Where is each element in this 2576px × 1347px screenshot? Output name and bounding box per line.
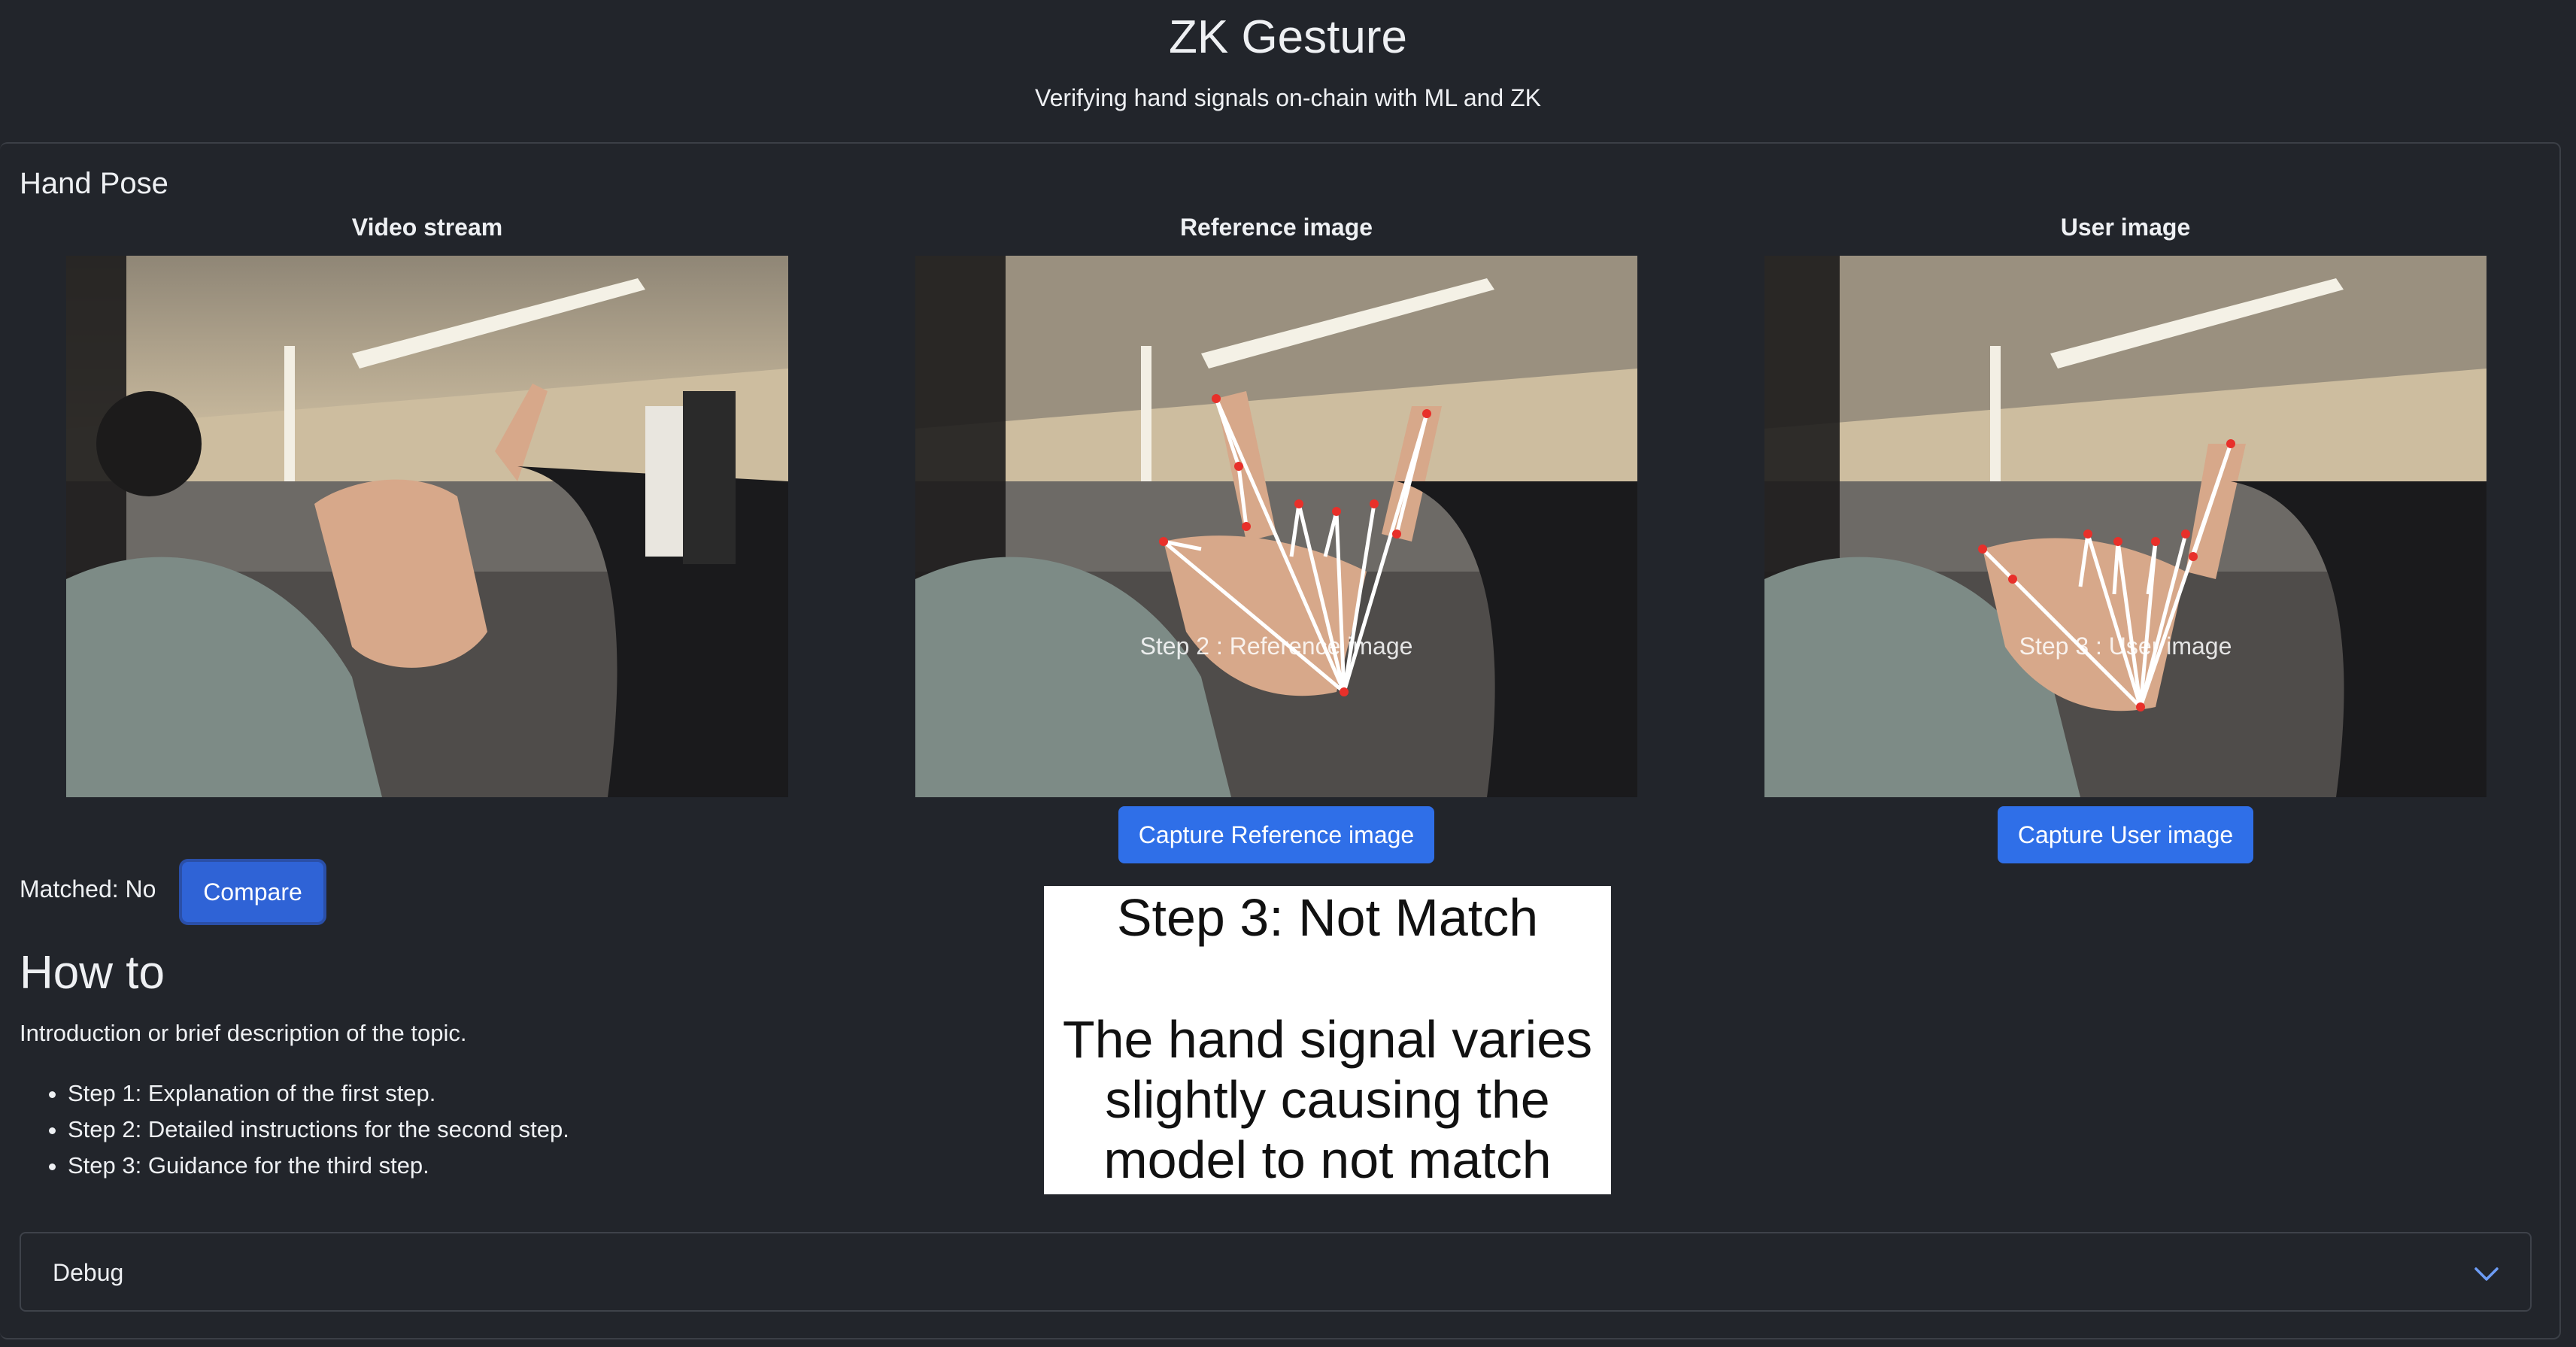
caption-line: The hand signal varies	[1062, 1010, 1593, 1069]
caption-body: The hand signal varies slightly causing …	[1044, 1009, 1611, 1190]
caption-line: slightly causing the	[1105, 1070, 1550, 1129]
matched-status: Matched: No	[20, 875, 156, 903]
reference-overlay-text: Step 2 : Reference image	[1140, 633, 1413, 660]
caption-line: model to not match	[1103, 1130, 1552, 1189]
debug-accordion[interactable]: Debug	[20, 1232, 2532, 1312]
debug-label: Debug	[53, 1259, 124, 1286]
user-image-label: User image	[2060, 214, 2191, 241]
app-title: ZK Gesture	[1169, 11, 1407, 63]
capture-user-button[interactable]: Capture User image	[1998, 806, 2253, 863]
chevron-down-icon[interactable]	[2471, 1259, 2502, 1289]
caption-title: Step 3: Not Match	[1116, 888, 1539, 947]
video-stream-photo	[66, 256, 788, 797]
user-image-photo: Step 3 : User image	[1764, 256, 2486, 797]
reference-image-photo: Step 2 : Reference image	[915, 256, 1637, 797]
app-subtitle: Verifying hand signals on-chain with ML …	[1035, 84, 1541, 111]
howto-step: Step 1: Explanation of the first step.	[68, 1075, 569, 1112]
video-stream-label: Video stream	[351, 214, 503, 241]
howto-intro: Introduction or brief description of the…	[20, 1020, 467, 1046]
app-header: ZK Gesture Verifying hand signals on-cha…	[0, 0, 2576, 143]
capture-reference-button[interactable]: Capture Reference image	[1118, 806, 1434, 863]
compare-button[interactable]: Compare	[179, 859, 326, 925]
howto-step: Step 3: Guidance for the third step.	[68, 1148, 569, 1184]
howto-steps-list: Step 1: Explanation of the first step. S…	[20, 1075, 569, 1184]
section-title: Hand Pose	[20, 167, 168, 200]
howto-title: How to	[20, 947, 165, 999]
user-overlay-text: Step 3 : User image	[2019, 633, 2232, 660]
howto-step: Step 2: Detailed instructions for the se…	[68, 1112, 569, 1148]
reference-image-label: Reference image	[1179, 214, 1373, 241]
result-caption-box: Step 3: Not Match The hand signal varies…	[1044, 886, 1611, 1194]
user-image-frame: Step 3 : User image	[1764, 256, 2486, 797]
video-stream-frame	[66, 256, 788, 797]
reference-image-frame: Step 2 : Reference image	[915, 256, 1637, 797]
